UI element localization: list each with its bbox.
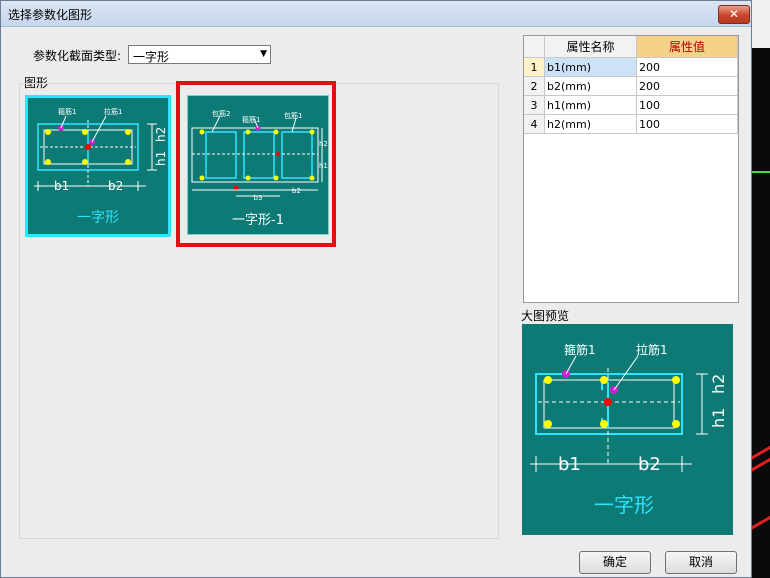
b1-label: b1 bbox=[558, 454, 581, 475]
row-value[interactable]: 100 bbox=[637, 96, 738, 115]
row-value[interactable]: 200 bbox=[637, 58, 738, 77]
b2-label: b2 bbox=[638, 454, 661, 475]
section-type-select[interactable]: 一字形 ▼ bbox=[128, 45, 271, 64]
h1-label: h1 bbox=[709, 408, 728, 428]
row-name: h1(mm) bbox=[545, 96, 637, 115]
table-row[interactable]: 2 b2(mm) 200 bbox=[524, 77, 738, 96]
header-property-name: 属性名称 bbox=[545, 36, 637, 58]
preview-label: 大图预览 bbox=[521, 309, 570, 323]
stirrup-label: 箍筋1 bbox=[58, 107, 76, 116]
b2-label: b2 bbox=[108, 179, 123, 193]
background-red-line bbox=[752, 512, 770, 531]
preview-diagram: 箍筋1 拉筋1 b1 b2 h1 h2 一字形 bbox=[530, 342, 728, 517]
table-row[interactable]: 3 h1(mm) 100 bbox=[524, 96, 738, 115]
row-value[interactable]: 100 bbox=[637, 115, 738, 134]
close-icon: ✕ bbox=[728, 7, 740, 21]
row-index: 4 bbox=[524, 115, 545, 134]
close-button[interactable]: ✕ bbox=[718, 5, 750, 24]
preview-caption: 一字形 bbox=[594, 493, 654, 517]
background-toolbar bbox=[752, 0, 770, 48]
stirrup-label: 箍筋1 bbox=[564, 342, 596, 357]
section-type-value: 一字形 bbox=[133, 50, 170, 64]
section-type-label: 参数化截面类型: bbox=[33, 49, 122, 63]
background-green-line bbox=[752, 171, 770, 173]
cancel-button[interactable]: 取消 bbox=[665, 551, 737, 574]
row-name: b2(mm) bbox=[545, 77, 637, 96]
table-row[interactable]: 4 h2(mm) 100 bbox=[524, 115, 738, 134]
ok-button[interactable]: 确定 bbox=[579, 551, 651, 574]
shape-thumbnail-yizixing[interactable]: 箍筋1 拉筋1 b1 b2 h1 h2 一字形 bbox=[25, 95, 171, 237]
b1-label: b1 bbox=[54, 179, 69, 193]
tie-label: 拉筋1 bbox=[104, 107, 122, 116]
selection-highlight bbox=[176, 81, 336, 247]
thumbnail-caption: 一字形 bbox=[77, 210, 119, 226]
row-index: 2 bbox=[524, 77, 545, 96]
chevron-down-icon: ▼ bbox=[260, 49, 267, 59]
background-red-line bbox=[752, 442, 770, 461]
header-property-value: 属性值 bbox=[637, 36, 738, 58]
tie-label: 拉筋1 bbox=[636, 342, 668, 357]
h2-label: h2 bbox=[154, 127, 168, 142]
background-canvas bbox=[752, 0, 770, 578]
row-name: b1(mm) bbox=[545, 58, 637, 77]
row-value[interactable]: 200 bbox=[637, 77, 738, 96]
title-bar: 选择参数化图形 ✕ bbox=[1, 1, 751, 27]
row-name: h2(mm) bbox=[545, 115, 637, 134]
property-table: 属性名称 属性值 1 b1(mm) 200 2 b2(mm) 200 3 h1(… bbox=[523, 35, 739, 303]
param-shape-dialog: 选择参数化图形 ✕ 参数化截面类型: 一字形 ▼ 图形 箍筋1 拉筋1 b1 b… bbox=[0, 0, 752, 578]
row-index: 3 bbox=[524, 96, 545, 115]
window-title: 选择参数化图形 bbox=[8, 8, 93, 22]
large-preview: 箍筋1 拉筋1 b1 b2 h1 h2 一字形 bbox=[522, 324, 733, 535]
h1-label: h1 bbox=[154, 151, 168, 166]
row-index: 1 bbox=[524, 58, 545, 77]
shape-diagram: 箍筋1 拉筋1 b1 b2 h1 h2 一字形 bbox=[34, 107, 168, 226]
header-index bbox=[524, 36, 545, 58]
h2-label: h2 bbox=[709, 374, 728, 394]
table-row[interactable]: 1 b1(mm) 200 bbox=[524, 58, 738, 77]
